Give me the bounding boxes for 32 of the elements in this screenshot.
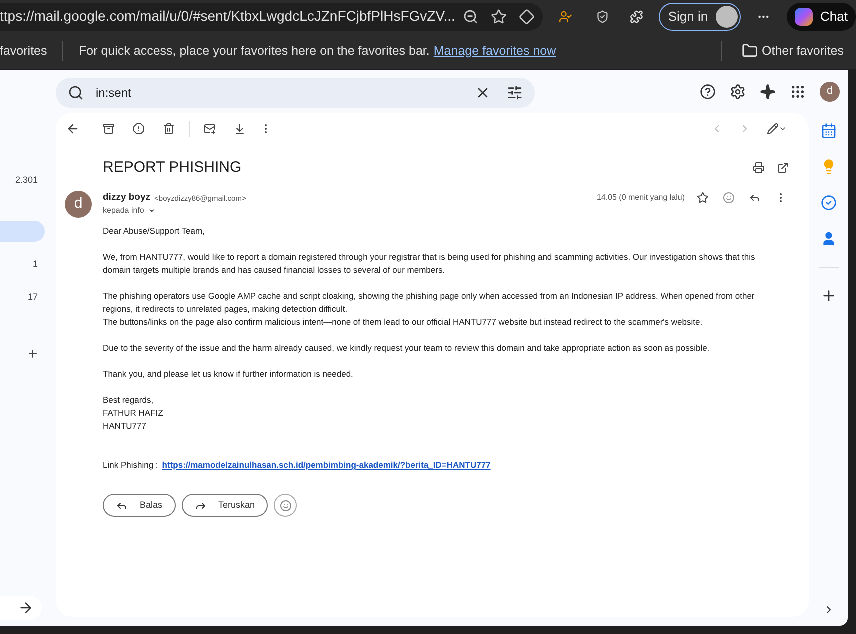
unread-count: 1	[32, 258, 38, 271]
forward-button[interactable]: Teruskan	[182, 494, 268, 518]
phishing-link[interactable]: https://mamodelzainulhasan.sch.id/pembimbing-akademik/?berita_ID=HANTU777	[162, 459, 491, 472]
sender-name: dizzy boyz	[103, 191, 151, 205]
address-bar[interactable]: ttps://mail.google.com/mail/u/0/#sent/KtbxLwgdcLcJZnFCjbfPlHsFGvZV...	[0, 2, 543, 30]
unread-count: 17	[28, 290, 38, 304]
email-paragraph: We, from HANTU777, would like to report a domain registered through your registrar that is being used for phishing and scamming activities. Our investigation shows that this domain targets multiple brands and has caused financial losses to several of our members.	[103, 251, 756, 278]
sender-avatar: d	[65, 191, 92, 218]
email-subject: REPORT PHISHING	[103, 158, 242, 178]
email-time: 14.05 (0 menit yang lalu)	[596, 192, 685, 204]
favorites-item[interactable]: favorites	[0, 42, 62, 60]
reply-button[interactable]: Balas	[103, 494, 176, 518]
email-paragraph: Thank you, and please let us know if further information is needed.	[103, 368, 354, 382]
url-text: ttps://mail.google.com/mail/u/0/#sent/KtbxLwgdcLcJZnFCjbfPlHsFGvZV...	[0, 7, 456, 26]
favorites-message: For quick access, place your favorites here on the favorites bar.	[79, 42, 430, 60]
account-avatar[interactable]: d	[820, 82, 840, 102]
other-favorites[interactable]: Other favorites	[762, 42, 844, 60]
sidebar-item[interactable]: 1	[0, 254, 56, 275]
email-paragraph: Best regards, FATHUR HAFIZ HANTU777	[103, 394, 164, 434]
search-field[interactable]: in:sent	[56, 78, 535, 108]
email-paragraph: Due to the severity of the issue and the harm already caused, we kindly request your team to review this domain and take appropriate action as soon as possible.	[103, 342, 711, 356]
search-value: in:sent	[96, 85, 132, 102]
sign-in-button[interactable]: Sign in	[659, 2, 742, 30]
chat-button[interactable]: Chat	[786, 2, 856, 30]
recipient-text: kepada info	[103, 205, 144, 218]
unread-count: 2.301	[15, 174, 38, 187]
link-label: Link Phishing :	[103, 459, 158, 472]
email-paragraph: Dear Abuse/Support Team,	[103, 225, 206, 238]
sidebar-item[interactable]: 2.301	[0, 170, 56, 191]
email-paragraph: The phishing operators use Google AMP cache and script cloaking, showing the phishing page only when accessed from an Indonesian IP address. When opened from other regions, it redirects to unrelated pages, making detection difficult. The buttons/links on the page also confirm malicious intent—none of them lead to our official HANTU777 website but instead redirect to the scammer's website.	[103, 290, 756, 330]
manage-favorites-link[interactable]: Manage favorites now	[434, 42, 556, 60]
sidebar-item[interactable]: 17	[0, 287, 56, 308]
